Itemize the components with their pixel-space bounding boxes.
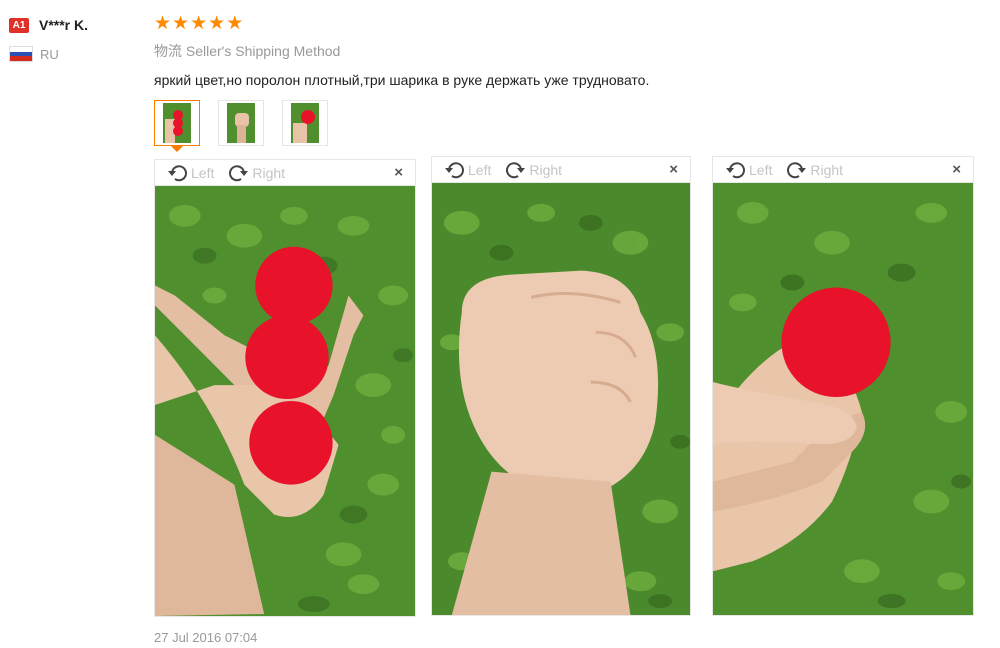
rotate-left-label: Left — [749, 162, 773, 178]
rotate-left-icon — [726, 162, 745, 179]
rotate-right-label: Right — [529, 162, 563, 178]
photo-fist-image — [432, 183, 690, 615]
star-icon: ★ — [226, 12, 244, 34]
star-icon: ★ — [208, 12, 226, 34]
photo-three-balls-image — [155, 186, 415, 616]
rotate-right-label: Right — [252, 165, 286, 181]
thumbnail-fist-icon — [227, 103, 255, 143]
viewer-toolbar: Left Right × — [154, 159, 416, 186]
photo-viewer-2: Left Right × — [431, 156, 691, 616]
shipping-prefix: 物流 — [154, 43, 182, 59]
review-date: 27 Jul 2016 07:04 — [154, 630, 258, 645]
rotate-right-icon — [787, 162, 807, 179]
photo-fist — [431, 182, 691, 616]
viewer-toolbar: Left Right × — [431, 156, 691, 183]
review-text: яркий цвет,но поролон плотный,три шарика… — [154, 72, 650, 88]
photo-viewer-1: Left Right × — [154, 159, 416, 617]
review-body: ★ ★ ★ ★ ★ 物流 Seller's Shipping Method яр… — [154, 12, 994, 152]
rotate-right-icon — [506, 162, 526, 179]
rotate-right-button[interactable]: Right — [226, 164, 285, 182]
photo-one-ball — [712, 182, 974, 616]
rotate-left-label: Left — [191, 165, 215, 181]
thumbnail-1[interactable] — [154, 100, 200, 152]
thumbnail-three-balls-icon — [163, 103, 191, 143]
active-thumbnail-indicator — [171, 146, 183, 152]
rotate-left-button[interactable]: Left — [444, 161, 491, 179]
rotate-right-icon — [229, 165, 249, 182]
russia-flag-icon — [9, 46, 33, 62]
viewer-toolbar: Left Right × — [712, 156, 974, 183]
star-icon: ★ — [154, 12, 172, 34]
rotate-right-button[interactable]: Right — [503, 161, 562, 179]
reviewer-info: A1 V***r K. RU — [9, 14, 88, 62]
shipping-method: 物流 Seller's Shipping Method — [154, 41, 994, 61]
rotate-left-button[interactable]: Left — [725, 161, 772, 179]
rotate-right-button[interactable]: Right — [784, 161, 843, 179]
close-icon[interactable]: × — [394, 164, 403, 181]
shipping-method-label: Seller's Shipping Method — [185, 43, 341, 59]
reviewer-country: RU — [40, 46, 59, 62]
star-rating: ★ ★ ★ ★ ★ — [154, 12, 994, 34]
photo-gallery: Left Right × Left Right × Left Right × — [0, 156, 1000, 626]
star-icon: ★ — [190, 12, 208, 34]
photo-thumbnails — [154, 100, 994, 152]
level-badge: A1 — [9, 17, 29, 33]
photo-three-balls — [154, 185, 416, 617]
rotate-left-icon — [168, 165, 187, 182]
rotate-left-button[interactable]: Left — [167, 164, 214, 182]
rotate-right-label: Right — [810, 162, 844, 178]
thumbnail-2[interactable] — [218, 100, 264, 146]
reviewer-name: V***r K. — [39, 17, 89, 33]
close-icon[interactable]: × — [952, 161, 961, 178]
star-icon: ★ — [172, 12, 190, 34]
rotate-left-label: Left — [468, 162, 492, 178]
photo-viewer-3: Left Right × — [712, 156, 974, 616]
rotate-left-icon — [445, 162, 464, 179]
thumbnail-one-ball-icon — [291, 103, 319, 143]
photo-one-ball-image — [713, 183, 973, 615]
close-icon[interactable]: × — [669, 161, 678, 178]
thumbnail-3[interactable] — [282, 100, 328, 146]
